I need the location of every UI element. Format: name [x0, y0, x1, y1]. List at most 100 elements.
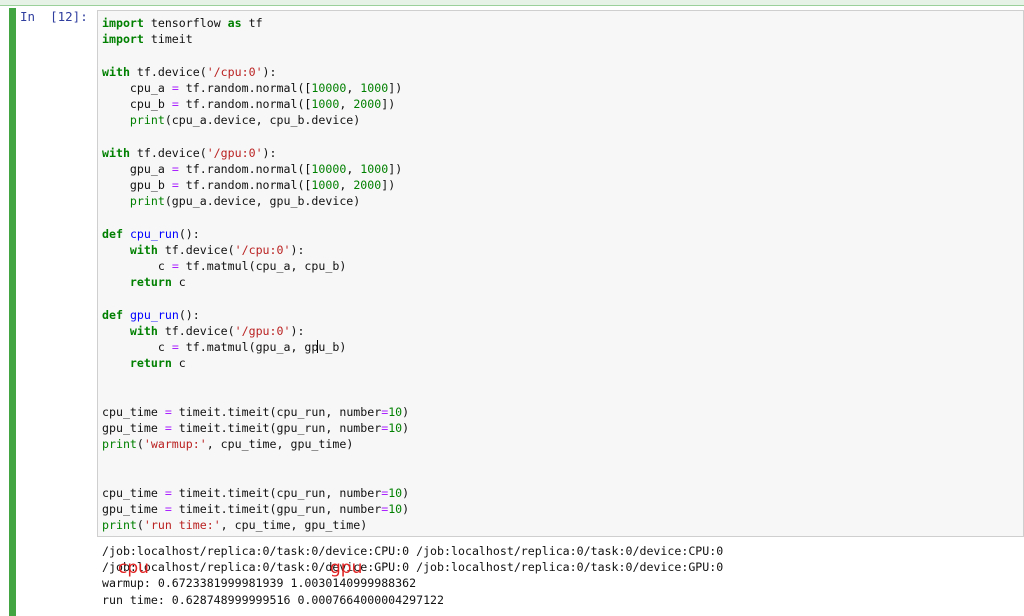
code-line[interactable]: gpu_b = tf.random.normal([1000, 2000]) [102, 178, 395, 192]
code-token: 10 [388, 485, 403, 500]
code-token: 1000 [311, 97, 340, 112]
code-line[interactable]: with tf.device('/cpu:0'): [102, 65, 277, 79]
code-token: tf.device( [129, 145, 207, 160]
code-token: return [129, 356, 172, 371]
code-token: return [129, 275, 172, 290]
code-token: def [102, 226, 123, 241]
code-token: ): [290, 323, 305, 338]
code-token: , [339, 178, 354, 193]
code-token: 10000 [311, 161, 347, 176]
code-token: ): [262, 145, 277, 160]
code-token: , [346, 161, 361, 176]
code-token: as [227, 16, 242, 30]
code-token: = [171, 178, 179, 193]
code-token: import [102, 16, 144, 30]
code-line[interactable]: gpu_a = tf.random.normal([10000, 1000]) [102, 162, 402, 176]
output-line: run time: 0.628748999999516 0.0007664000… [102, 592, 445, 607]
code-token: , [346, 80, 361, 95]
code-token: u_b) [318, 340, 347, 355]
code-line[interactable]: cpu_a = tf.random.normal([10000, 1000]) [102, 81, 402, 95]
code-token: c [102, 340, 172, 355]
code-line[interactable]: print(cpu_a.device, cpu_b.device) [102, 113, 360, 127]
code-token: print [102, 437, 137, 452]
cell-selection-bar [9, 8, 16, 616]
previous-cell-border [0, 0, 1024, 6]
code-token: = [164, 502, 172, 517]
code-token: gpu_a [102, 161, 172, 176]
code-token: with [129, 242, 158, 257]
code-token: ) [402, 404, 410, 419]
code-line[interactable]: print(gpu_a.device, gpu_b.device) [102, 194, 360, 208]
code-line[interactable]: gpu_time = timeit.timeit(gpu_run, number… [102, 421, 409, 435]
code-token: c [171, 356, 186, 371]
code-line[interactable]: def gpu_run(): [102, 308, 200, 322]
code-line[interactable]: cpu_time = timeit.timeit(cpu_run, number… [102, 405, 409, 419]
code-token: timeit [143, 32, 193, 47]
code-token: = [171, 97, 179, 112]
code-token: import [102, 32, 144, 47]
code-token: ]) [388, 80, 403, 95]
code-line[interactable]: cpu_time = timeit.timeit(cpu_run, number… [102, 486, 409, 500]
code-line[interactable]: import tensorflow as tf [102, 16, 263, 30]
code-token: , [339, 97, 354, 112]
code-line[interactable]: cpu_b = tf.random.normal([1000, 2000]) [102, 97, 395, 111]
code-token: , cpu_time, gpu_time) [206, 437, 354, 452]
code-token: timeit.timeit(gpu_run, number [171, 502, 382, 517]
code-line[interactable]: def cpu_run(): [102, 227, 200, 241]
code-token: ): [290, 242, 305, 257]
code-token: tf.matmul(gpu_a, gp [178, 340, 319, 355]
code-line[interactable]: return c [102, 356, 186, 370]
code-token: cpu_a [102, 80, 172, 95]
code-token: ) [402, 485, 410, 500]
code-line[interactable]: c = tf.matmul(cpu_a, cpu_b) [102, 259, 347, 274]
code-token: tf.device( [157, 242, 235, 257]
code-token: '/cpu:0' [234, 242, 291, 257]
code-token: 10 [388, 421, 403, 436]
code-token: 'run time:' [143, 518, 221, 533]
code-line[interactable]: with tf.device('/gpu:0'): [102, 323, 305, 338]
code-token: ]) [381, 178, 396, 193]
code-token: = [164, 421, 172, 436]
code-token: cpu_run [129, 226, 179, 241]
code-token: (): [178, 226, 200, 241]
code-line[interactable]: print('run time:', cpu_time, gpu_time) [102, 518, 367, 532]
code-token: with [102, 145, 130, 160]
code-token: cpu_b [102, 97, 172, 112]
code-token: gpu_run [129, 307, 179, 322]
code-text[interactable]: import tensorflow as tf import timeit wi… [102, 15, 409, 534]
code-token: ]) [381, 97, 396, 112]
input-prompt: In [12]: [20, 9, 88, 24]
code-line[interactable]: with tf.device('/cpu:0'): [102, 242, 305, 257]
code-token: = [171, 259, 179, 274]
code-token: 1000 [360, 161, 389, 176]
code-token: 2000 [353, 97, 382, 112]
code-token: tf.random.normal([ [178, 80, 312, 95]
code-line[interactable]: gpu_time = timeit.timeit(gpu_run, number… [102, 502, 409, 516]
code-token: '/gpu:0' [234, 323, 291, 338]
code-token: = [171, 161, 179, 176]
code-line[interactable]: return c [102, 275, 186, 289]
code-line[interactable]: c = tf.matmul(gpu_a, gpu_b) [102, 340, 346, 354]
code-token: with [129, 323, 158, 338]
code-token: 2000 [353, 178, 382, 193]
code-token: timeit.timeit(cpu_run, number [171, 404, 382, 419]
code-token: 10 [388, 404, 403, 419]
code-token: = [164, 404, 172, 419]
output-line: warmup: 0.6723381999981939 1.00301409999… [102, 576, 417, 591]
code-token: print [102, 518, 137, 533]
code-token: (gpu_a.device, gpu_b.device) [164, 194, 361, 209]
code-line[interactable]: with tf.device('/gpu:0'): [102, 146, 277, 160]
code-token: = [171, 340, 179, 355]
code-line[interactable]: print('warmup:', cpu_time, gpu_time) [102, 437, 353, 451]
code-token: tf.random.normal([ [178, 161, 312, 176]
code-line[interactable]: import timeit [102, 32, 193, 46]
code-token: ( [136, 518, 144, 533]
code-token: '/gpu:0' [206, 145, 263, 160]
code-token: tf.device( [129, 64, 207, 79]
